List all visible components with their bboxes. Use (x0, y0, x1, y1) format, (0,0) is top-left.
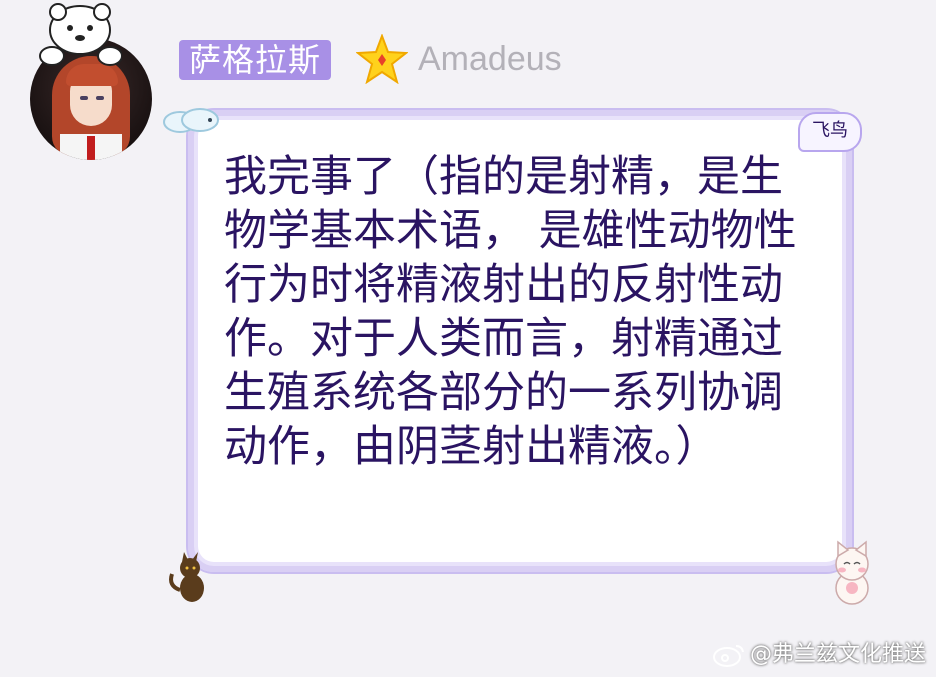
polar-bear-icon (39, 3, 122, 66)
message-text: 我完事了（指的是射精，是生物学基本术语， 是雄性动物性行为时将精液射出的反射性动… (224, 152, 797, 472)
white-cat-icon (835, 540, 869, 605)
chat-screen: 萨格拉斯 Amadeus 飞鸟 我完事了（指的是射精，是生物学基本术语， 是雄性… (0, 0, 936, 677)
star-icon (356, 34, 408, 84)
user-title: Amadeus (418, 40, 562, 78)
user-name-badge[interactable]: 萨格拉斯 (179, 40, 332, 80)
cloud-icon (163, 108, 219, 133)
weibo-icon (712, 645, 744, 667)
black-cat-icon (169, 552, 204, 602)
watermark-text: @弗兰兹文化推送 (749, 642, 926, 667)
bubble-tag: 飞鸟 (798, 112, 862, 152)
watermark: @弗兰兹文化推送 (712, 641, 926, 669)
